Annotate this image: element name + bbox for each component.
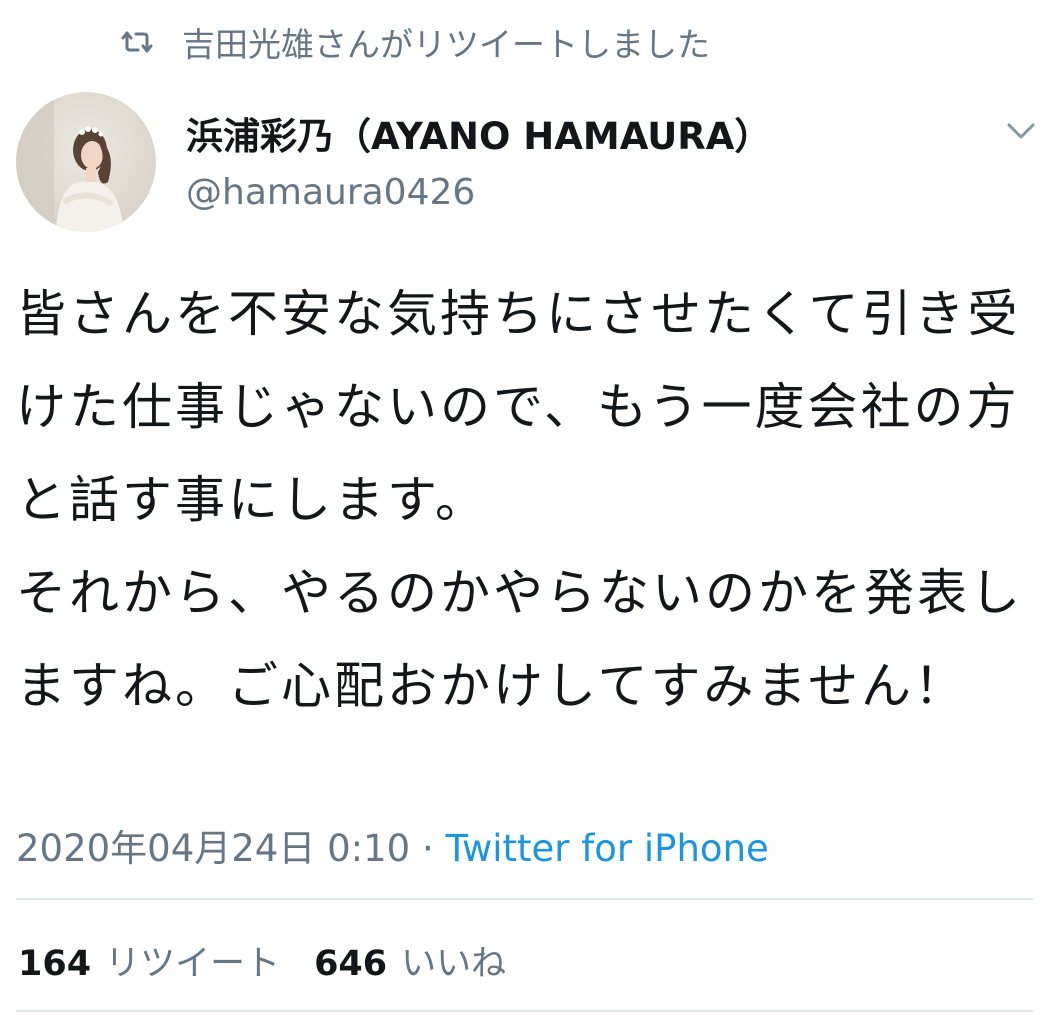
tweet-stats: 164 リツイート 646 いいね <box>18 935 540 986</box>
retweet-count[interactable]: 164 <box>18 944 91 984</box>
retweet-label[interactable]: リツイート <box>105 935 280 986</box>
meta-separator: · <box>410 827 446 870</box>
avatar[interactable] <box>16 92 156 232</box>
like-count[interactable]: 646 <box>314 944 387 984</box>
author-display-name[interactable]: 浜浦彩乃（AYANO HAMAURA） <box>186 106 771 160</box>
tweet-text: 皆さんを不安な気持ちにさせたくて引き受けた仕事じゃないので、もう一度会社の方と話… <box>16 285 1023 715</box>
profile-photo <box>16 92 156 232</box>
like-label[interactable]: いいね <box>401 935 506 986</box>
tweet-meta: 2020年04月24日 0:10 · Twitter for iPhone <box>16 818 769 872</box>
author-handle[interactable]: @hamaura0426 <box>186 172 475 213</box>
retweet-context-text: 吉田光雄さんがリツイートしました <box>182 25 710 64</box>
chevron-down-icon[interactable] <box>1004 118 1038 144</box>
divider <box>16 898 1033 900</box>
tweet-timestamp[interactable]: 2020年04月24日 0:10 <box>16 827 410 870</box>
divider <box>16 1010 1033 1012</box>
retweet-icon <box>121 31 153 53</box>
retweet-context[interactable]: 吉田光雄さんがリツイートしました <box>118 18 710 66</box>
tweet-source-link[interactable]: Twitter for iPhone <box>445 827 768 870</box>
